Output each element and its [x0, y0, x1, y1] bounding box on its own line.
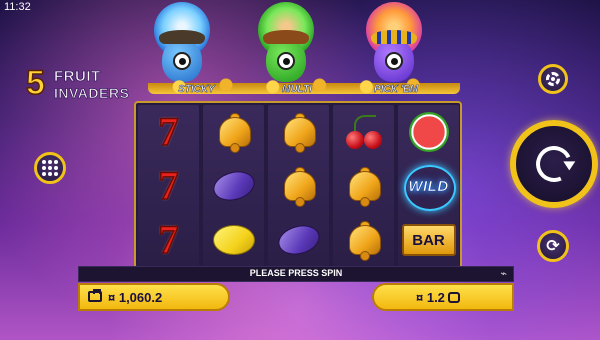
- reel-cell: [203, 105, 264, 159]
- cowboy-hat-icon: [263, 30, 309, 44]
- reel-cell: 7: [138, 213, 199, 267]
- plum-symbol: [209, 167, 258, 205]
- seven-symbol: 7: [158, 109, 180, 154]
- cherry-symbol: [344, 113, 384, 151]
- bell-symbol: [345, 221, 383, 261]
- menu-grid-icon: [42, 160, 58, 176]
- autoplay-button[interactable]: ⟳: [537, 230, 569, 262]
- reel-cell: [333, 105, 394, 159]
- bell-symbol: [280, 113, 318, 153]
- gear-icon: [546, 72, 560, 86]
- bell-symbol: [280, 167, 318, 207]
- reels-grid: 7 7 7 WILD BAR: [134, 101, 462, 269]
- pharaoh-hat-icon: [371, 30, 417, 44]
- reel-cell: WILD: [398, 159, 459, 213]
- reel-cell: [203, 159, 264, 213]
- reel-cell: [333, 213, 394, 267]
- logo-word-fruit: FRUIT: [54, 68, 101, 86]
- reel-4: [333, 105, 394, 267]
- status-time: 11:32: [4, 1, 31, 13]
- reel-cell: [268, 213, 329, 267]
- reel-3: [268, 105, 329, 267]
- wild-ring: [404, 165, 456, 211]
- reel-cell: 7: [138, 105, 199, 159]
- game-logo: 5 FRUIT INVADERS: [25, 63, 130, 106]
- coin-stack-icon: [448, 292, 460, 303]
- turbo-bolt-icon[interactable]: ⌁: [500, 267, 507, 280]
- watermelon-symbol: [408, 112, 449, 152]
- reel-cell: [268, 105, 329, 159]
- alien-eye-icon: [173, 52, 191, 70]
- feature-label-multi: MULTI: [282, 84, 312, 96]
- lemon-symbol: [212, 225, 255, 255]
- seven-symbol: 7: [158, 163, 180, 208]
- logo-word-invaders: INVADERS: [54, 85, 130, 102]
- seven-symbol: 7: [158, 217, 180, 262]
- autoplay-icon: ⟳: [546, 236, 560, 255]
- reel-cell: BAR: [398, 213, 459, 267]
- settings-button[interactable]: [538, 64, 568, 94]
- bell-symbol: [215, 113, 253, 153]
- spin-prompt: PLEASE PRESS SPIN: [249, 268, 343, 278]
- spin-arrow-icon: [530, 140, 578, 188]
- reel-cell: 7: [138, 159, 199, 213]
- bar-symbol: BAR: [401, 224, 456, 256]
- menu-button[interactable]: [34, 152, 66, 184]
- alien-eye-icon: [277, 52, 295, 70]
- feature-aliens: STICKY MULTI PICK 'EM: [148, 0, 460, 100]
- feature-label-pickem: PICK 'EM: [374, 84, 419, 96]
- reel-5: WILD BAR: [398, 105, 459, 267]
- plum-symbol: [274, 221, 323, 259]
- bell-symbol: [345, 167, 383, 207]
- reel-cell: [398, 105, 459, 159]
- message-bar: PLEASE PRESS SPIN ⌁: [78, 266, 514, 282]
- balance-amount: ¤ 1,060.2: [108, 289, 163, 305]
- bet-amount: ¤ 1.2: [416, 289, 445, 305]
- feature-label-sticky: STICKY: [178, 84, 215, 96]
- viking-hat-icon: [159, 30, 205, 44]
- balance-display: ¤ 1,060.2: [78, 283, 230, 311]
- alien-eye-icon: [385, 52, 403, 70]
- bet-display[interactable]: ¤ 1.2: [372, 283, 514, 311]
- spin-button[interactable]: [510, 120, 598, 208]
- reel-cell: [333, 159, 394, 213]
- reel-cell: [268, 159, 329, 213]
- reel-1: 7 7 7: [138, 105, 199, 267]
- reel-cell: [203, 213, 264, 267]
- logo-number: 5: [25, 63, 45, 103]
- wallet-icon: [88, 289, 102, 302]
- reel-2: [203, 105, 264, 267]
